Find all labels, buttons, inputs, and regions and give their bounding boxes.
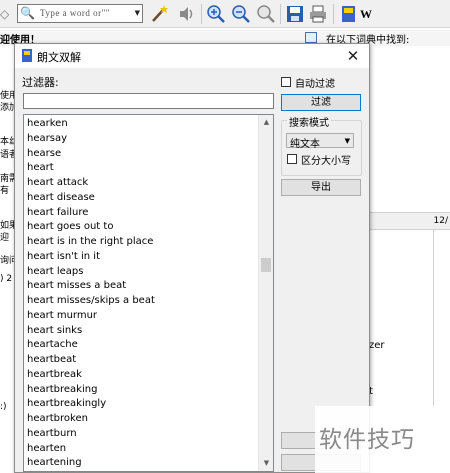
left-fragment: 迎: [0, 233, 10, 243]
word-list-item[interactable]: heart misses a beat: [24, 279, 260, 294]
save-icon[interactable]: [285, 4, 305, 24]
magic-wand-icon[interactable]: [149, 4, 169, 24]
word-list-item[interactable]: hearten: [24, 442, 260, 457]
document-icon[interactable]: [305, 32, 317, 43]
word-list-item[interactable]: heartache: [24, 338, 260, 353]
case-sensitive-label: 区分大小写: [301, 156, 351, 167]
word-list-item[interactable]: hearken: [24, 117, 260, 132]
chevron-up-icon[interactable]: ▲: [259, 115, 273, 130]
toolbar-separator: [280, 4, 281, 24]
right-text: zer: [369, 340, 385, 351]
search-mode-legend: 搜索模式: [287, 114, 331, 129]
word-list-scrollbar[interactable]: ▲ ▼: [258, 115, 273, 471]
search-placeholder: Type a word or"": [40, 8, 110, 18]
left-fragment: :): [0, 402, 7, 412]
word-list-item[interactable]: heartening: [24, 456, 260, 471]
word-list-item[interactable]: heartbreaking: [24, 383, 260, 398]
speaker-icon[interactable]: [177, 4, 197, 24]
back-arrow-icon[interactable]: ◇: [0, 7, 9, 21]
case-sensitive-checkbox[interactable]: [287, 154, 297, 164]
w-letter[interactable]: W: [360, 7, 372, 22]
word-list-item[interactable]: heart misses/skips a beat: [24, 294, 260, 309]
word-list-item[interactable]: heart disease: [24, 191, 260, 206]
filter-button[interactable]: 过滤: [281, 94, 361, 111]
magnifier-icon[interactable]: [256, 4, 276, 24]
left-fragment: 有: [0, 186, 10, 196]
toolbar-separator: [333, 4, 334, 24]
watermark-text: 软件技巧: [319, 427, 415, 453]
dropdown-arrow-icon: ▼: [344, 137, 350, 145]
word-list-item[interactable]: heartbreakingly: [24, 397, 260, 412]
close-icon[interactable]: ✕: [339, 44, 367, 68]
main-toolbar: ◇ 🔍 Type a word or"" ▼ W: [0, 0, 450, 28]
word-list-item[interactable]: heart leaps: [24, 265, 260, 280]
dialog-titlebar[interactable]: 朗文双解 ✕: [15, 44, 369, 68]
toolbar-separator: [201, 4, 202, 24]
filter-input[interactable]: [23, 93, 274, 109]
main-left-pane: 使用 添加 本丝 语者 南需 有 如果 迎 询问 ) 2 :): [0, 46, 18, 473]
right-pane-header: 12/: [369, 212, 450, 230]
word-list-item[interactable]: hearsay: [24, 132, 260, 147]
search-mode-select[interactable]: 纯文本 ▼: [286, 133, 354, 150]
word-list-item[interactable]: heart isn't in it: [24, 250, 260, 265]
page-indicator: 12/: [433, 216, 448, 226]
word-list-item[interactable]: heart: [24, 161, 260, 176]
word-list-items: hearken hearsay hearse heart heart attack hea…: [24, 117, 260, 471]
word-list-item[interactable]: heartburn: [24, 427, 260, 442]
dictionary-icon: [22, 49, 32, 62]
search-mode-value: 纯文本: [290, 139, 320, 150]
word-list-item[interactable]: heart murmur: [24, 309, 260, 324]
search-combo[interactable]: 🔍 Type a word or"" ▼: [17, 4, 143, 23]
word-list-item[interactable]: hearse: [24, 147, 260, 162]
print-icon[interactable]: [308, 4, 328, 24]
zoom-in-icon[interactable]: [206, 4, 226, 24]
word-list-item[interactable]: heart failure: [24, 206, 260, 221]
dictionary-icon[interactable]: [339, 4, 359, 24]
word-list[interactable]: hearken hearsay hearse heart heart attack hea…: [23, 114, 274, 472]
filter-label: 过滤器:: [22, 76, 59, 89]
scroll-thumb[interactable]: [261, 257, 271, 272]
dialog-title: 朗文双解: [37, 51, 81, 64]
zoom-out-icon[interactable]: [231, 4, 251, 24]
word-list-item[interactable]: heartbroken: [24, 412, 260, 427]
export-button[interactable]: 导出: [281, 179, 361, 196]
word-list-item[interactable]: heart goes out to: [24, 220, 260, 235]
word-list-item[interactable]: heartbeat: [24, 353, 260, 368]
left-fragment: ) 2: [0, 274, 13, 284]
dropdown-arrow-icon[interactable]: ▼: [135, 9, 140, 17]
auto-filter-label: 自动过滤: [295, 79, 335, 90]
word-list-item[interactable]: heartbreak: [24, 368, 260, 383]
word-list-item[interactable]: heart attack: [24, 176, 260, 191]
pane-divider: [433, 230, 434, 410]
chevron-down-icon[interactable]: ▼: [259, 456, 273, 471]
auto-filter-checkbox[interactable]: [281, 77, 291, 87]
search-icon: 🔍: [20, 6, 35, 20]
watermark: 软件技巧: [315, 406, 450, 473]
word-list-item[interactable]: heart is in the right place: [24, 235, 260, 250]
word-list-item[interactable]: heart sinks: [24, 324, 260, 339]
